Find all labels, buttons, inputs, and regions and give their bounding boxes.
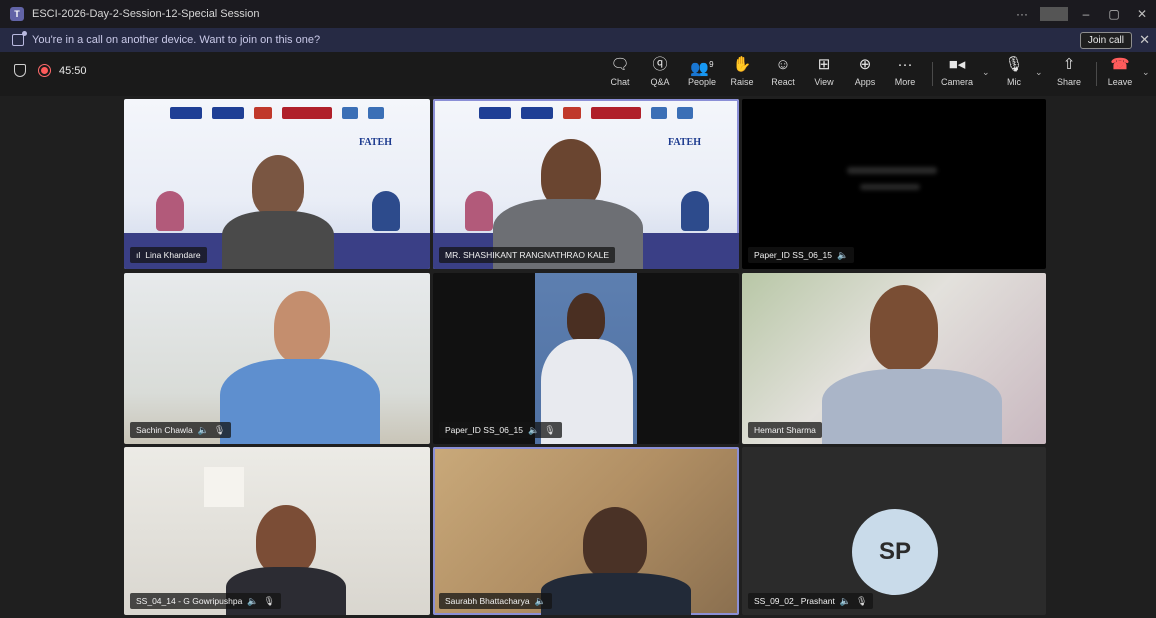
more-button[interactable]: ··· More <box>886 56 924 92</box>
minimize-icon[interactable]: – <box>1072 7 1100 21</box>
teams-icon: T <box>10 7 24 21</box>
speaking-icon: 🔈 <box>247 596 259 606</box>
video-tile[interactable]: FATEH MR. SHASHIKANT RANGNATHRAO KALE <box>433 99 739 269</box>
mic-off-icon: 🎙 <box>544 425 556 435</box>
leave-button[interactable]: ☎ Leave <box>1101 56 1139 92</box>
chat-button[interactable]: 🗨 Chat <box>601 56 639 92</box>
camera-options-chevron-icon[interactable]: ⌄ <box>982 67 990 78</box>
share-button[interactable]: ⇧ Share <box>1050 56 1088 92</box>
people-count: 9 <box>709 60 714 69</box>
people-icon: 👥9 <box>690 60 714 77</box>
hand-icon: ✋ <box>732 56 752 73</box>
mic-off-icon: 🎙 <box>213 425 226 435</box>
video-tile[interactable]: FATEH ıl Lina Khandare <box>124 99 430 269</box>
device-banner: You're in a call on another device. Want… <box>0 28 1156 52</box>
window-controls: ··· – ▢ ✕ <box>1008 0 1156 28</box>
qa-icon: ⓠ <box>652 56 668 73</box>
shield-icon[interactable] <box>14 64 26 77</box>
speaking-icon: 🔈 <box>534 596 546 606</box>
video-tile[interactable]: Paper_ID SS_06_15 🔈 🎙 <box>433 273 739 444</box>
participant-name-tag: Hemant Sharma <box>748 422 822 438</box>
mic-off-icon: 🎙 <box>263 596 275 606</box>
participant-name-tag: SS_09_02_ Prashant 🔈 🎙 <box>748 593 874 609</box>
more-options-icon[interactable]: ··· <box>1008 7 1036 21</box>
banner-close-icon[interactable]: ✕ <box>1139 32 1150 48</box>
grid-icon: ⊞ <box>817 56 831 73</box>
mic-options-chevron-icon[interactable]: ⌄ <box>1035 67 1043 78</box>
chat-icon: 🗨 <box>610 56 630 73</box>
sponsor-logo: FATEH <box>668 137 701 148</box>
video-tile[interactable]: Saurabh Bhattacharya 🔈 <box>433 447 739 615</box>
video-tile[interactable]: SP SS_09_02_ Prashant 🔈 🎙 <box>742 447 1046 615</box>
meeting-toolbar: 45:50 🗨 Chat ⓠ Q&A 👥9 People ✋ Raise ☺ R… <box>0 52 1156 96</box>
sponsor-logo: FATEH <box>359 137 392 148</box>
conference-logos <box>164 107 390 119</box>
video-tile[interactable]: Paper_ID SS_06_15 🔈 <box>742 99 1046 269</box>
call-timer: 45:50 <box>59 64 87 77</box>
smiley-icon: ☺ <box>775 56 791 73</box>
apps-button[interactable]: ⊕ Apps <box>846 56 884 92</box>
mic-off-icon: 🎙 <box>856 596 868 606</box>
speaking-icon: 🔈 <box>839 596 852 606</box>
raise-hand-button[interactable]: ✋ Raise <box>723 56 761 92</box>
camera-icon: ■◂ <box>948 56 966 73</box>
speaking-icon: 🔈 <box>197 425 209 435</box>
participant-name-tag: Sachin Chawla 🔈 🎙 <box>130 422 232 438</box>
participant-name-tag: Paper_ID SS_06_15 🔈 🎙 <box>439 422 562 438</box>
avatar: SP <box>852 509 938 595</box>
participant-name-tag: Saurabh Bhattacharya 🔈 <box>439 593 552 609</box>
participant-name-tag: Paper_ID SS_06_15 🔈 <box>748 247 855 263</box>
device-icon <box>12 31 27 46</box>
hangup-icon: ☎ <box>1110 56 1130 73</box>
video-tile[interactable]: Sachin Chawla 🔈 🎙 <box>124 273 430 444</box>
join-call-button[interactable]: Join call <box>1079 32 1132 49</box>
signal-icon: ıl <box>136 250 141 260</box>
mic-button[interactable]: 🎙 Mic <box>995 56 1033 92</box>
banner-message: You're in a call on another device. Want… <box>32 34 321 46</box>
mic-icon: 🎙 <box>1004 56 1024 73</box>
title-bar: T ESCI-2026-Day-2-Session-12-Special Ses… <box>0 0 1156 28</box>
maximize-icon[interactable]: ▢ <box>1100 7 1128 21</box>
camera-button[interactable]: ■◂ Camera <box>938 56 976 92</box>
speaking-icon: 🔈 <box>836 250 849 260</box>
close-window-icon[interactable]: ✕ <box>1128 7 1156 21</box>
video-tile[interactable]: Hemant Sharma <box>742 273 1046 444</box>
view-button[interactable]: ⊞ View <box>805 56 843 92</box>
speaking-icon: 🔈 <box>527 425 540 435</box>
participant-name-tag: ıl Lina Khandare <box>130 247 207 263</box>
participant-name-tag: MR. SHASHIKANT RANGNATHRAO KALE <box>439 247 616 263</box>
qa-button[interactable]: ⓠ Q&A <box>641 56 679 92</box>
video-tile[interactable]: SS_04_14 - G Gowripushpa 🔈 🎙 <box>124 447 430 615</box>
leave-options-chevron-icon[interactable]: ⌄ <box>1142 67 1150 78</box>
plus-square-icon: ⊕ <box>858 56 872 73</box>
window-title: ESCI-2026-Day-2-Session-12-Special Sessi… <box>32 8 260 20</box>
people-button[interactable]: 👥9 People <box>683 56 721 92</box>
conference-logos <box>473 107 699 119</box>
recording-icon <box>38 64 51 77</box>
react-button[interactable]: ☺ React <box>764 56 802 92</box>
ellipsis-icon: ··· <box>897 56 913 73</box>
participant-name-tag: SS_04_14 - G Gowripushpa 🔈 🎙 <box>130 593 281 609</box>
share-icon: ⇧ <box>1062 56 1076 73</box>
